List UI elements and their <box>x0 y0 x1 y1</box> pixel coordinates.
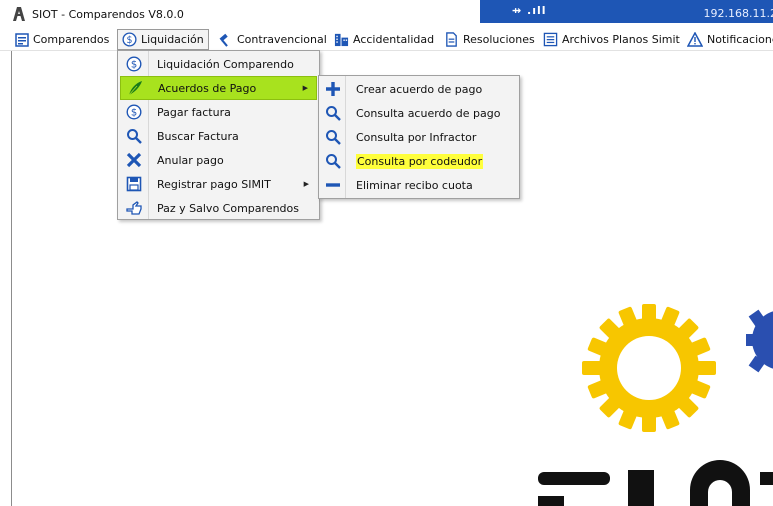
yellow-gear-icon <box>582 304 716 432</box>
minus-icon <box>326 183 340 187</box>
menu-bar: Comparendos $ Liquidación Contravenciona… <box>0 28 773 51</box>
search-icon <box>326 154 341 169</box>
menu-item-label: Eliminar recibo cuota <box>356 178 473 192</box>
menu-label: Liquidación <box>141 33 204 46</box>
menu-item-label: Acuerdos de Pago <box>158 81 257 95</box>
menu-archivos-planos-simit[interactable]: Archivos Planos Simit <box>539 29 684 50</box>
menu-item-label: Crear acuerdo de pago <box>356 82 483 96</box>
title-bar: SIOT - Comparendos V8.0.0 ⇸ .ıll 192.168… <box>0 0 773 26</box>
window-title: SIOT - Comparendos V8.0.0 <box>32 8 184 21</box>
menu-accidentalidad[interactable]: Accidentalidad <box>330 29 438 50</box>
menu-notificaciones[interactable]: Notificaciones <box>683 29 773 50</box>
logo-lettering <box>538 460 773 506</box>
dollar-circle-icon: $ <box>126 56 142 72</box>
menu-item-label: Anular pago <box>157 153 224 167</box>
svg-text:$: $ <box>127 35 133 46</box>
document-icon <box>446 32 457 47</box>
save-icon <box>126 176 142 192</box>
menu-item-pagar-factura[interactable]: $ Pagar factura <box>120 100 317 124</box>
warning-icon <box>687 32 703 47</box>
signal-icon: ⇸ .ıll <box>512 4 547 17</box>
menu-item-registrar-pago-simit[interactable]: Registrar pago SIMIT ▶ <box>120 172 317 196</box>
menu-label: Accidentalidad <box>353 33 435 46</box>
menu-comparendos[interactable]: Comparendos <box>11 29 113 50</box>
menu-item-liquidacion-comparendo[interactable]: $ Liquidación Comparendo <box>120 52 317 76</box>
submenu-arrow-icon: ▶ <box>302 84 308 92</box>
menu-item-label: Consulta por codeudor <box>356 153 484 169</box>
acuerdos-submenu: Crear acuerdo de pago Consulta acuerdo d… <box>318 75 520 199</box>
plus-icon <box>326 82 340 96</box>
submenu-arrow-icon: ▶ <box>303 180 309 188</box>
menu-label: Contravencional <box>237 33 327 46</box>
search-icon <box>326 106 341 121</box>
menu-label: Resoluciones <box>463 33 535 46</box>
menu-item-label: Liquidación Comparendo <box>157 57 294 71</box>
gavel-icon <box>219 33 228 47</box>
menu-item-label: Buscar Factura <box>157 129 239 143</box>
menu-contravencional[interactable]: Contravencional <box>214 29 331 50</box>
document-list-icon <box>15 32 29 47</box>
building-icon <box>334 33 349 47</box>
menu-item-consulta-infractor[interactable]: Consulta por Infractor <box>321 125 517 149</box>
dollar-circle-icon: $ <box>122 32 137 47</box>
menu-item-label: Pagar factura <box>157 105 231 119</box>
search-icon <box>326 130 341 145</box>
menu-item-label: Paz y Salvo Comparendos <box>157 201 299 215</box>
menu-resoluciones[interactable]: Resoluciones <box>440 29 539 50</box>
menu-item-label: Consulta por Infractor <box>356 130 477 144</box>
hand-icon <box>126 201 142 215</box>
app-logo-icon <box>13 7 25 21</box>
menu-item-consulta-codeudor[interactable]: Consulta por codeudor <box>321 149 517 173</box>
feather-icon <box>128 81 142 96</box>
network-status-bar: ⇸ .ıll 192.168.11.2 <box>480 0 773 23</box>
menu-label: Notificaciones <box>707 33 773 46</box>
dollar-circle-icon: $ <box>126 104 142 120</box>
menu-item-eliminar-recibo[interactable]: Eliminar recibo cuota <box>321 173 517 197</box>
ip-address: 192.168.11.2 <box>703 7 773 20</box>
siot-logo <box>538 304 773 506</box>
svg-text:$: $ <box>131 60 137 71</box>
menu-item-label: Registrar pago SIMIT <box>157 177 271 191</box>
menu-label: Comparendos <box>33 33 110 46</box>
search-icon <box>127 129 142 144</box>
menu-item-buscar-factura[interactable]: Buscar Factura <box>120 124 317 148</box>
svg-text:$: $ <box>131 108 137 119</box>
menu-item-paz-y-salvo[interactable]: Paz y Salvo Comparendos <box>120 196 317 220</box>
liquidacion-dropdown: $ Liquidación Comparendo Acuerdos de Pag… <box>117 50 320 220</box>
menu-item-crear-acuerdo[interactable]: Crear acuerdo de pago <box>321 77 517 101</box>
x-icon <box>126 152 142 168</box>
menu-item-label: Consulta acuerdo de pago <box>356 106 501 120</box>
menu-item-anular-pago[interactable]: Anular pago <box>120 148 317 172</box>
menu-item-acuerdos-de-pago[interactable]: Acuerdos de Pago ▶ <box>120 76 317 100</box>
menu-liquidacion[interactable]: $ Liquidación <box>117 29 209 50</box>
blue-gear-icon <box>746 309 773 373</box>
menu-item-consulta-acuerdo[interactable]: Consulta acuerdo de pago <box>321 101 517 125</box>
list-file-icon <box>543 32 558 47</box>
menu-label: Archivos Planos Simit <box>562 33 680 46</box>
